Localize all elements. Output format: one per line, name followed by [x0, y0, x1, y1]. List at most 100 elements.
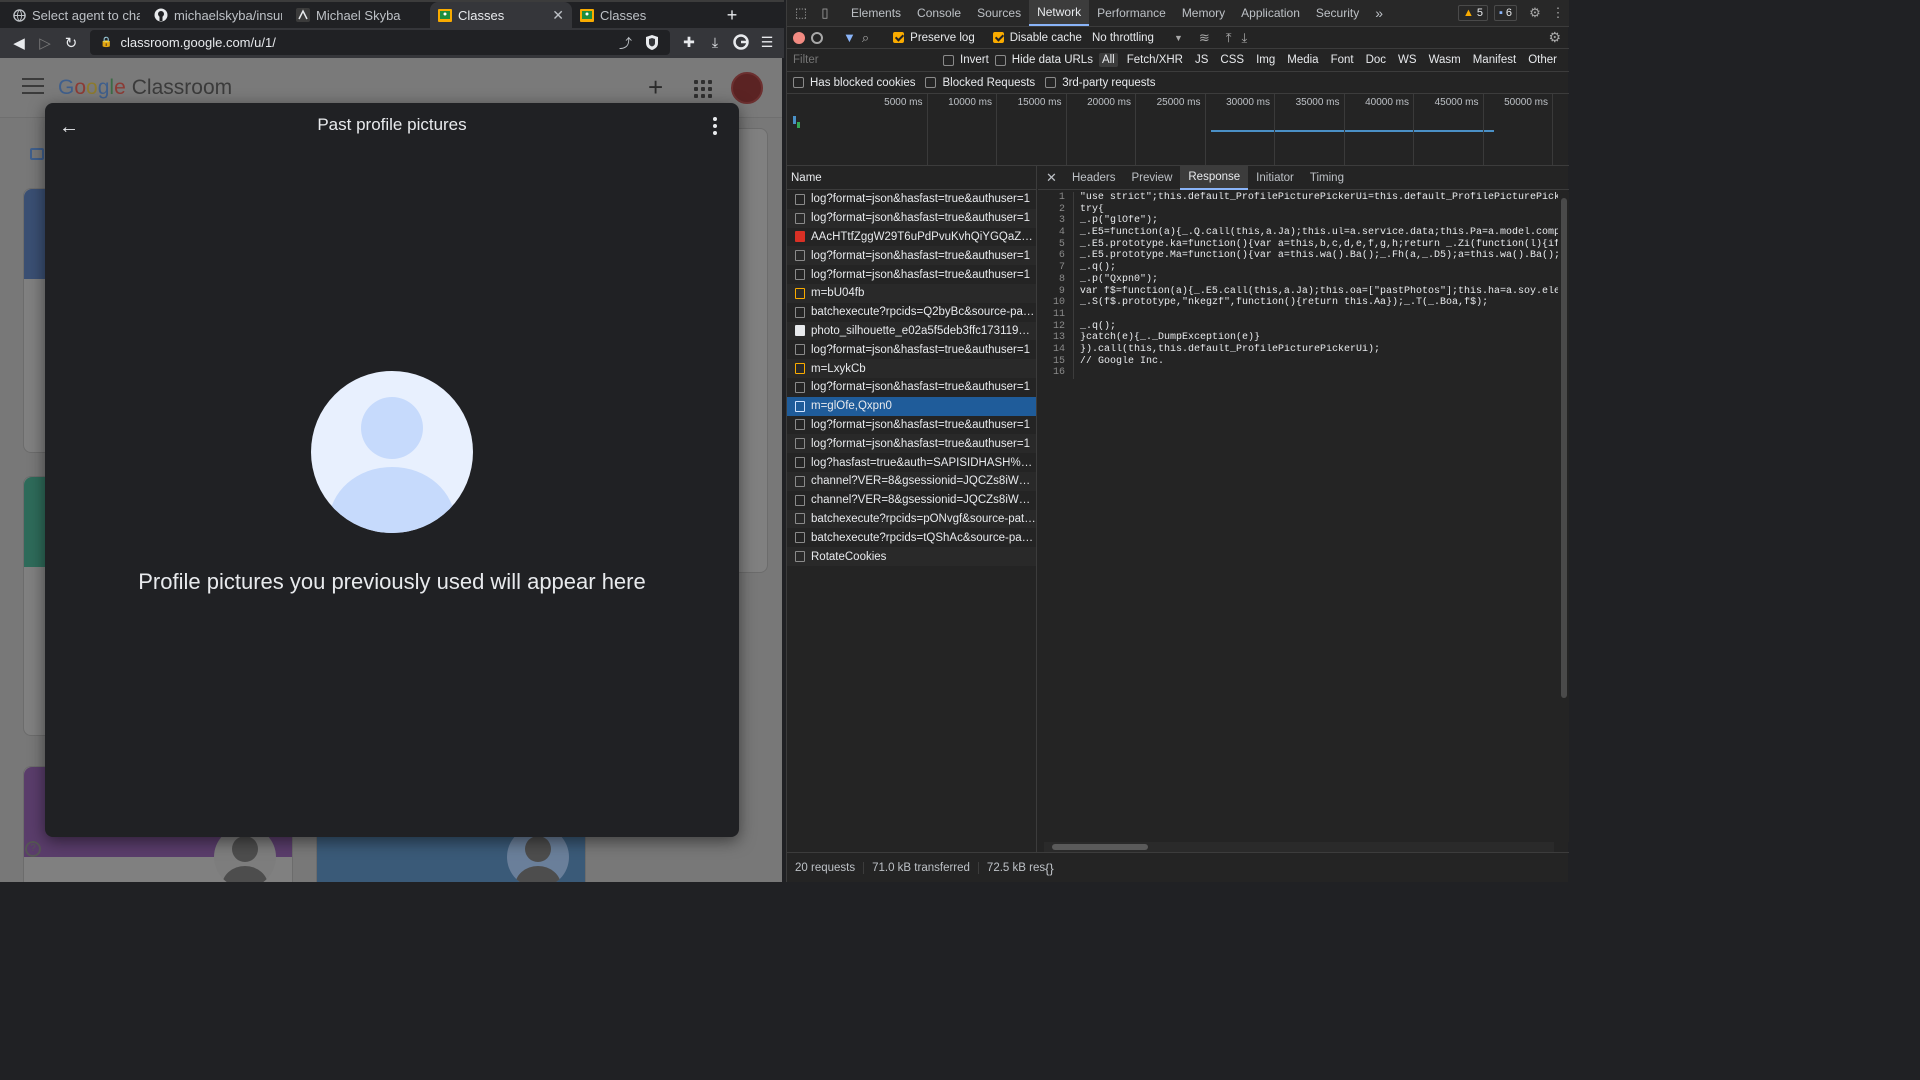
request-row[interactable]: batchexecute?rpcids=pONvgf&source-path=.…: [787, 509, 1036, 529]
horizontal-scrollbar[interactable]: [1044, 842, 1554, 852]
detail-tab-preview[interactable]: Preview: [1123, 166, 1180, 190]
back-icon[interactable]: ◀: [6, 30, 32, 56]
request-row[interactable]: batchexecute?rpcids=Q2byBc&source-path..…: [787, 303, 1036, 322]
pretty-print-button[interactable]: {}: [1045, 861, 1054, 876]
network-conditions-icon[interactable]: ≋: [1199, 30, 1210, 46]
chevron-down-icon[interactable]: ▼: [1174, 33, 1183, 43]
customize-menu-icon[interactable]: ⋮: [1552, 0, 1565, 26]
throttling-select[interactable]: No throttling: [1092, 32, 1154, 44]
type-filter-media[interactable]: Media: [1284, 53, 1321, 67]
request-row[interactable]: m=glOfe,Qxpn0: [787, 396, 1036, 416]
filter-icon[interactable]: ▼: [843, 30, 856, 45]
tab-classes[interactable]: Classes: [572, 2, 716, 28]
request-row[interactable]: log?hasfast=true&auth=SAPISIDHASH%20...: [787, 453, 1036, 472]
request-row[interactable]: m=LxykCb: [787, 359, 1036, 378]
share-icon[interactable]: ⤴: [619, 33, 632, 52]
request-row[interactable]: log?format=json&hasfast=true&authuser=1: [787, 378, 1036, 397]
type-filter-manifest[interactable]: Manifest: [1470, 53, 1519, 67]
settings-gear-icon[interactable]: ⚙: [1523, 0, 1547, 26]
class-card[interactable]: [738, 128, 768, 573]
request-row[interactable]: batchexecute?rpcids=tQShAc&source-path=.…: [787, 528, 1036, 547]
type-filter-other[interactable]: Other: [1525, 53, 1560, 67]
blocked-requests-checkbox[interactable]: [925, 77, 937, 88]
detail-tab-initiator[interactable]: Initiator: [1248, 166, 1302, 190]
request-row[interactable]: log?format=json&hasfast=true&authuser=1: [787, 340, 1036, 359]
type-filter-wasm[interactable]: Wasm: [1426, 53, 1464, 67]
type-filter-font[interactable]: Font: [1328, 53, 1357, 67]
tab-michael-skyba[interactable]: Michael Skyba: [288, 2, 432, 28]
invert-checkbox[interactable]: [943, 54, 954, 66]
network-overview-timeline[interactable]: 5000 ms 10000 ms 15000 ms 20000 ms 25000 ms 3…: [787, 94, 1569, 166]
tab-network[interactable]: Network: [1029, 0, 1090, 26]
request-row[interactable]: photo_silhouette_e02a5f5deb3ffc173119a01…: [787, 321, 1036, 341]
detail-tab-timing[interactable]: Timing: [1302, 166, 1352, 190]
download-icon[interactable]: ⤓: [704, 31, 726, 53]
tab-elements[interactable]: Elements: [843, 0, 909, 26]
tab-memory[interactable]: Memory: [1174, 0, 1233, 26]
tab-sources[interactable]: Sources: [969, 0, 1029, 26]
type-filter-ws[interactable]: WS: [1395, 53, 1420, 67]
tab-console[interactable]: Console: [909, 0, 969, 26]
name-column-header[interactable]: Name: [787, 166, 1036, 190]
request-row[interactable]: channel?VER=8&gsessionid=JQCZs8iWqY...: [787, 471, 1036, 491]
type-filter-all[interactable]: All: [1098, 53, 1118, 67]
forward-icon[interactable]: ▷: [32, 30, 58, 56]
disable-cache-checkbox[interactable]: [992, 32, 1004, 43]
network-settings-icon[interactable]: ⚙: [1548, 29, 1561, 46]
apps-grid-icon[interactable]: [694, 80, 712, 98]
tab-select-agent[interactable]: Select agent to chan: [4, 2, 148, 28]
extensions-icon[interactable]: ✚: [678, 31, 700, 53]
import-har-icon[interactable]: ⤒: [1226, 30, 1232, 46]
type-filter-js[interactable]: JS: [1192, 53, 1211, 67]
tab-application[interactable]: Application: [1233, 0, 1308, 26]
request-row[interactable]: m=bU04fb: [787, 283, 1036, 303]
preserve-log-checkbox[interactable]: [893, 32, 905, 43]
help-icon[interactable]: ?: [25, 841, 41, 857]
request-row[interactable]: channel?VER=8&gsessionid=JQCZs8iWqY...: [787, 491, 1036, 510]
account-avatar[interactable]: [731, 72, 763, 104]
detail-tab-response[interactable]: Response: [1180, 165, 1249, 190]
classes-list-icon[interactable]: [30, 148, 44, 160]
type-filter-css[interactable]: CSS: [1217, 53, 1247, 67]
reload-icon[interactable]: ↻: [58, 30, 84, 56]
address-bar[interactable]: 🔒 classroom.google.com/u/1/ ⤴: [90, 30, 670, 55]
profile-icon[interactable]: [730, 31, 752, 53]
more-options-icon[interactable]: [713, 117, 719, 135]
main-menu-icon[interactable]: [22, 78, 44, 96]
type-filter-img[interactable]: Img: [1253, 53, 1278, 67]
clear-icon[interactable]: [811, 31, 823, 44]
brave-shield-icon[interactable]: [644, 34, 660, 51]
type-filter-doc[interactable]: Doc: [1363, 53, 1389, 67]
detail-tab-headers[interactable]: Headers: [1064, 166, 1123, 190]
messages-badge[interactable]: ▪ 6: [1493, 5, 1517, 21]
google-classroom-logo[interactable]: Google Classroom: [58, 76, 232, 100]
hide-data-urls-checkbox[interactable]: [994, 54, 1006, 66]
request-row[interactable]: log?format=json&hasfast=true&authuser=1: [787, 246, 1036, 266]
add-class-icon[interactable]: +: [648, 72, 663, 103]
filter-input[interactable]: [793, 50, 937, 70]
menu-icon[interactable]: ☰: [756, 31, 778, 53]
tab-classes-active[interactable]: Classes ✕: [430, 2, 572, 28]
has-blocked-cookies-checkbox[interactable]: [793, 77, 804, 88]
warnings-badge[interactable]: ▲ 5: [1457, 5, 1488, 21]
close-detail-icon[interactable]: ✕: [1046, 170, 1064, 186]
tab-security[interactable]: Security: [1308, 0, 1367, 26]
request-row[interactable]: RotateCookies: [787, 547, 1036, 566]
tab-github[interactable]: michaelskyba/insura: [146, 2, 290, 28]
device-toolbar-icon[interactable]: ▯: [813, 0, 837, 26]
inspect-element-icon[interactable]: ⬚: [789, 0, 813, 26]
request-row[interactable]: log?format=json&hasfast=true&authuser=1: [787, 265, 1036, 284]
request-row[interactable]: log?format=json&hasfast=true&authuser=1: [787, 190, 1036, 209]
new-tab-button[interactable]: +: [722, 5, 742, 25]
vertical-scrollbar[interactable]: [1559, 192, 1569, 842]
export-har-icon[interactable]: ⤓: [1242, 30, 1248, 46]
tab-performance[interactable]: Performance: [1089, 0, 1174, 26]
request-row[interactable]: log?format=json&hasfast=true&authuser=1: [787, 434, 1036, 454]
request-row[interactable]: log?format=json&hasfast=true&authuser=1: [787, 416, 1036, 435]
request-row[interactable]: log?format=json&hasfast=true&authuser=1: [787, 208, 1036, 228]
record-icon[interactable]: [793, 31, 805, 44]
more-tabs-button[interactable]: »: [1367, 0, 1391, 26]
third-party-checkbox[interactable]: [1045, 77, 1057, 88]
close-tab-icon[interactable]: ✕: [552, 7, 564, 24]
search-icon[interactable]: ⌕: [862, 30, 869, 46]
